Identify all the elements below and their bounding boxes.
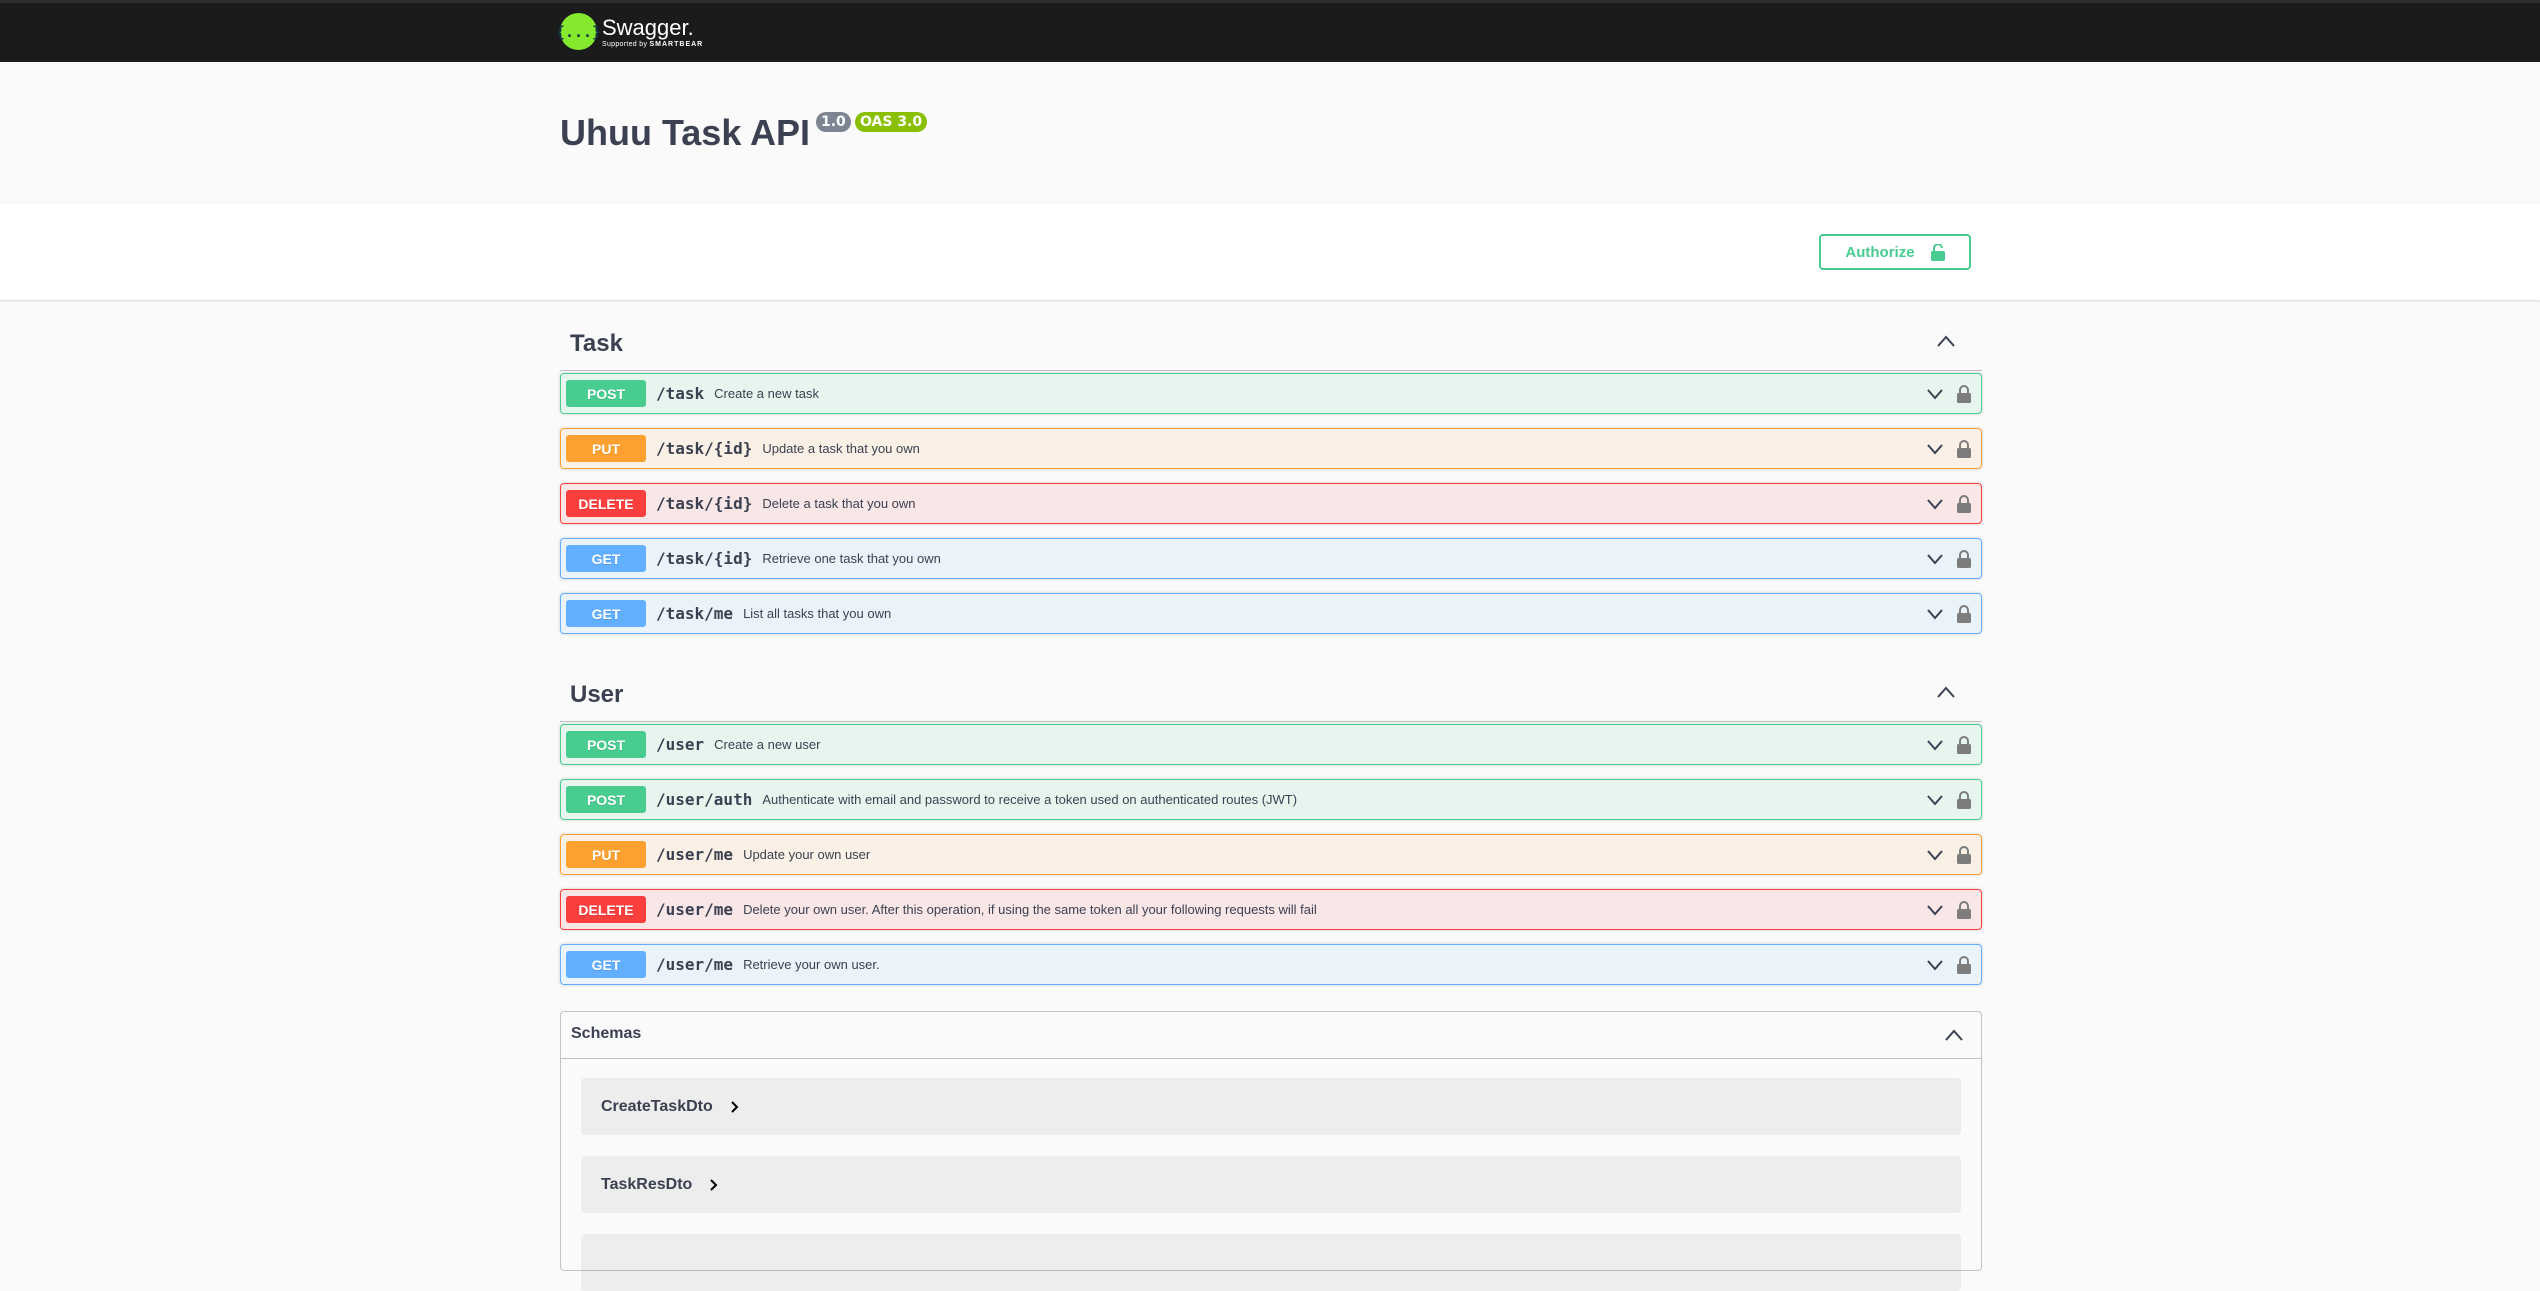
operation-summary: Update your own user <box>743 847 871 862</box>
logo-name: Swagger. <box>602 14 694 40</box>
method-badge: DELETE <box>566 490 646 517</box>
tag-title: User <box>570 681 624 708</box>
operation-put[interactable]: PUT/user/me Update your own user <box>560 834 1982 875</box>
operation-put[interactable]: PUT/task/{id} Update a task that you own <box>560 428 1982 469</box>
tag-title: Task <box>570 330 623 357</box>
schemas-header[interactable]: Schemas <box>561 1012 1981 1059</box>
lock-icon[interactable] <box>1957 494 1971 513</box>
lock-icon[interactable] <box>1957 384 1971 403</box>
operation-summary: Retrieve one task that you own <box>762 551 941 566</box>
operation-path[interactable]: /task/{id} <box>656 439 752 458</box>
chevron-down-icon[interactable] <box>1927 849 1943 861</box>
lock-icon[interactable] <box>1957 549 1971 568</box>
model-name: TaskResDto <box>601 1175 693 1193</box>
method-badge: DELETE <box>566 896 646 923</box>
chevron-down-icon[interactable] <box>1927 794 1943 806</box>
method-badge: POST <box>566 380 646 407</box>
operation-summary: Create a new user <box>714 737 821 752</box>
operations-wrapper: Task POST/task Create a new task PUT/task/{… <box>560 300 1982 1002</box>
operation-path[interactable]: /task <box>656 384 704 403</box>
oas-badge: OAS 3.0 <box>855 112 928 132</box>
operation-post[interactable]: POST/task Create a new task <box>560 373 1982 414</box>
operation-path[interactable]: /user/me <box>656 845 733 864</box>
model-task-res-dto[interactable]: TaskResDto <box>581 1156 1961 1213</box>
lock-icon[interactable] <box>1957 900 1971 919</box>
method-badge: GET <box>566 600 646 627</box>
operations-list: POST/task Create a new task PUT/task/{id} U… <box>560 371 1982 651</box>
lock-icon[interactable] <box>1957 439 1971 458</box>
chevron-down-icon[interactable] <box>1927 553 1943 565</box>
schemas-title: Schemas <box>571 1025 642 1042</box>
method-badge: GET <box>566 951 646 978</box>
model-create-task-dto[interactable]: CreateTaskDto <box>581 1078 1961 1135</box>
operation-post[interactable]: POST/user Create a new user <box>560 724 1982 765</box>
tag-header-task[interactable]: Task <box>560 300 1982 371</box>
method-badge: PUT <box>566 841 646 868</box>
info-section: Uhuu Task API 1.0 OAS 3.0 <box>0 62 2540 204</box>
model-name: CreateTaskDto <box>601 1097 713 1115</box>
operation-delete[interactable]: DELETE/user/me Delete your own user. Afte… <box>560 889 1982 930</box>
method-badge: POST <box>566 786 646 813</box>
chevron-down-icon[interactable] <box>1927 388 1943 400</box>
swagger-logo-icon: {...} <box>556 13 601 50</box>
operation-summary: List all tasks that you own <box>743 606 892 621</box>
operation-path[interactable]: /user <box>656 735 704 754</box>
operations-list: POST/user Create a new user POST/user/auth… <box>560 722 1982 1002</box>
chevron-down-icon[interactable] <box>1927 608 1943 620</box>
model-partial[interactable] <box>581 1234 1961 1291</box>
swagger-logo[interactable]: {...} Swagger. Supported by SMARTBEAR <box>556 13 704 50</box>
operation-summary: Retrieve your own user. <box>743 957 880 972</box>
authorize-button[interactable]: Authorize <box>1819 234 1971 270</box>
chevron-right-icon <box>710 1178 718 1191</box>
operation-delete[interactable]: DELETE/task/{id} Delete a task that you o… <box>560 483 1982 524</box>
chevron-down-icon[interactable] <box>1927 739 1943 751</box>
lock-icon[interactable] <box>1957 845 1971 864</box>
authorize-label: Authorize <box>1845 243 1915 261</box>
operation-path[interactable]: /user/auth <box>656 790 752 809</box>
lock-icon[interactable] <box>1957 735 1971 754</box>
operation-path[interactable]: /task/{id} <box>656 549 752 568</box>
operation-summary: Authenticate with email and password to … <box>762 792 1298 807</box>
api-title: Uhuu Task API <box>560 112 811 153</box>
operation-get[interactable]: GET/user/me Retrieve your own user. <box>560 944 1982 985</box>
unlock-icon <box>1930 243 1945 261</box>
chevron-right-icon <box>731 1100 739 1113</box>
chevron-up-icon[interactable] <box>1945 1029 1963 1041</box>
operation-summary: Create a new task <box>714 386 819 401</box>
scheme-container: Authorize <box>0 204 2540 300</box>
operation-path[interactable]: /user/me <box>656 955 733 974</box>
operation-get[interactable]: GET/task/{id} Retrieve one task that you … <box>560 538 1982 579</box>
lock-icon[interactable] <box>1957 604 1971 623</box>
operation-path[interactable]: /task/{id} <box>656 494 752 513</box>
lock-icon[interactable] <box>1957 955 1971 974</box>
chevron-up-icon[interactable] <box>1936 685 1956 699</box>
operation-path[interactable]: /user/me <box>656 900 733 919</box>
lock-icon[interactable] <box>1957 790 1971 809</box>
method-badge: POST <box>566 731 646 758</box>
operation-post[interactable]: POST/user/auth Authenticate with email an… <box>560 779 1982 820</box>
operation-get[interactable]: GET/task/me List all tasks that you own <box>560 593 1982 634</box>
chevron-down-icon[interactable] <box>1927 959 1943 971</box>
logo-subtitle: Supported by SMARTBEAR <box>602 40 704 48</box>
operation-summary: Delete a task that you own <box>762 496 916 511</box>
schemas-section: Schemas CreateTaskDto TaskResDto <box>560 1011 1982 1291</box>
operation-summary: Update a task that you own <box>762 441 920 456</box>
chevron-down-icon[interactable] <box>1927 443 1943 455</box>
version-badge: 1.0 <box>816 112 851 132</box>
tag-header-user[interactable]: User <box>560 651 1982 722</box>
chevron-down-icon[interactable] <box>1927 904 1943 916</box>
method-badge: GET <box>566 545 646 572</box>
chevron-down-icon[interactable] <box>1927 498 1943 510</box>
topbar: {...} Swagger. Supported by SMARTBEAR <box>0 0 2540 62</box>
operation-path[interactable]: /task/me <box>656 604 733 623</box>
method-badge: PUT <box>566 435 646 462</box>
chevron-up-icon[interactable] <box>1936 334 1956 348</box>
operation-summary: Delete your own user. After this operati… <box>743 902 1317 917</box>
